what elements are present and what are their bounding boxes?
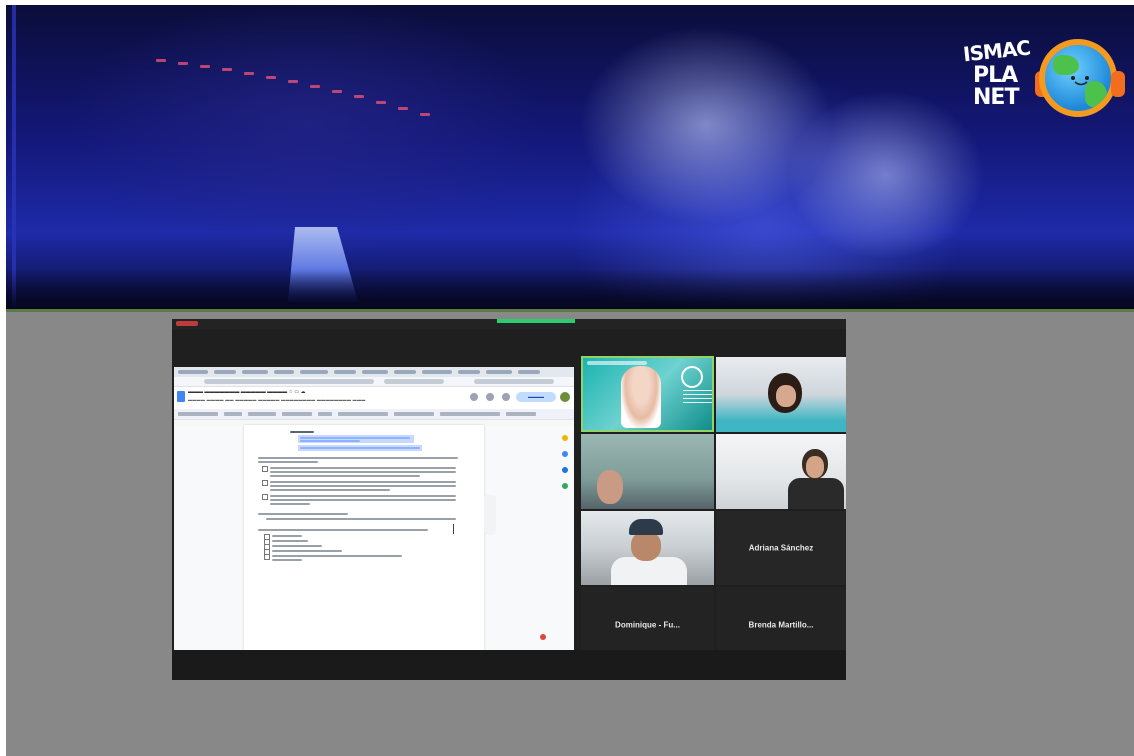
participant-tile-1-active-speaker[interactable] <box>581 356 714 432</box>
participant-video <box>621 366 661 428</box>
meet-icon[interactable] <box>502 393 510 401</box>
contacts-icon[interactable] <box>562 467 568 473</box>
document-title[interactable]: ▬▬▬ ▬▬▬▬▬▬▬ ▬▬▬▬▬ ▬▬▬▬ ☆ ▭ ☁ <box>188 389 306 395</box>
docs-icon <box>177 391 185 402</box>
organization-badge-icon <box>681 366 703 388</box>
document-header: ▬▬▬ ▬▬▬▬▬▬▬ ▬▬▬▬▬ ▬▬▬▬ ☆ ▭ ☁ ▬▬▬▬ ▬▬▬▬ ▬… <box>174 387 574 409</box>
participant-tile-5[interactable] <box>581 511 714 585</box>
participant-tile-4[interactable] <box>716 434 846 509</box>
participant-video <box>806 456 824 478</box>
globe-icon <box>1039 39 1117 117</box>
recording-indicator <box>176 321 198 326</box>
ismac-planet-logo: ISMAC PLA NET <box>951 33 1133 143</box>
maps-icon[interactable] <box>562 483 568 489</box>
document-canvas <box>174 425 574 650</box>
history-icon[interactable] <box>470 393 478 401</box>
participant-video <box>597 470 623 504</box>
screen-share-indicator <box>497 319 575 323</box>
meeting-top-bar <box>172 319 846 329</box>
document-menu-bar[interactable]: ▬▬▬▬ ▬▬▬▬ ▬▬ ▬▬▬▬▬ ▬▬▬▬▬ ▬▬▬▬▬▬▬▬ ▬▬▬▬▬▬… <box>188 397 366 402</box>
participant-tile-2[interactable] <box>716 357 846 432</box>
tasks-icon[interactable] <box>562 451 568 457</box>
headphone-right-icon <box>1111 71 1125 97</box>
participant-tile-3[interactable] <box>581 434 714 509</box>
stage-truss <box>12 5 16 309</box>
crowd-silhouette <box>6 269 1134 309</box>
participant-name: Adriana Sánchez <box>748 543 814 553</box>
keep-icon[interactable] <box>562 435 568 441</box>
comment-side-panel[interactable] <box>484 495 496 535</box>
concert-banner: ISMAC PLA NET <box>6 5 1134 309</box>
participant-video <box>776 385 796 407</box>
browser-bookmarks-bar <box>174 367 574 377</box>
shared-document-window: ▬▬▬ ▬▬▬▬▬▬▬ ▬▬▬▬▬ ▬▬▬▬ ☆ ▭ ☁ ▬▬▬▬ ▬▬▬▬ ▬… <box>174 367 574 650</box>
participant-tile-6[interactable]: Adriana Sánchez <box>716 511 846 585</box>
participant-name: Dominique - Fu... <box>615 620 680 630</box>
meeting-controls-bar <box>172 650 846 680</box>
participant-video <box>629 519 663 535</box>
user-avatar[interactable] <box>560 392 570 402</box>
formatting-toolbar[interactable] <box>174 409 574 420</box>
participant-name: Brenda Martillo... <box>748 620 814 630</box>
explore-icon[interactable] <box>540 634 546 640</box>
logo-text-planet: PLA NET <box>973 63 1019 110</box>
browser-address-bar[interactable] <box>174 377 574 387</box>
share-button[interactable]: ▬▬▬▬ <box>516 392 556 402</box>
document-page[interactable] <box>244 425 484 650</box>
video-call-screenshot: ▬▬▬ ▬▬▬▬▬▬▬ ▬▬▬▬▬ ▬▬▬▬ ☆ ▭ ☁ ▬▬▬▬ ▬▬▬▬ ▬… <box>172 319 846 680</box>
text-cursor <box>453 524 454 534</box>
stage-lights <box>156 59 430 116</box>
logo-text-ismac: ISMAC <box>961 35 1031 67</box>
comments-icon[interactable] <box>486 393 494 401</box>
